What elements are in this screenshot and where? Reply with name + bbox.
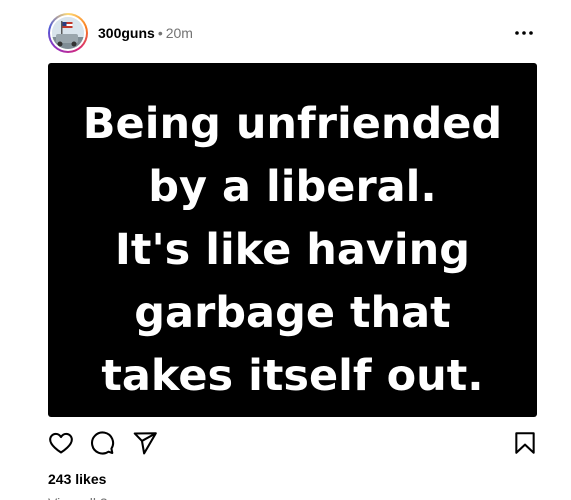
post-image[interactable]: Being unfriended by a liberal. It's like… — [48, 63, 537, 417]
post-header: 300guns • 20m — [48, 11, 538, 55]
likes-count[interactable]: 243 likes — [48, 470, 106, 488]
avatar[interactable] — [48, 13, 88, 53]
username-link[interactable]: 300guns — [98, 25, 155, 41]
post-actions — [48, 430, 538, 458]
image-quote: Being unfriended by a liberal. It's like… — [48, 93, 537, 408]
more-options-icon[interactable] — [512, 23, 536, 43]
quote-line: Being unfriended — [82, 99, 503, 149]
comment-icon[interactable] — [89, 430, 115, 456]
post-time[interactable]: 20m — [166, 25, 193, 41]
quote-line: It's like having — [114, 225, 471, 275]
view-comments-link[interactable]: View all 2 — [48, 494, 118, 500]
avatar-image — [52, 17, 84, 49]
post-meta: 300guns • 20m — [98, 24, 193, 42]
share-icon[interactable] — [132, 430, 158, 456]
separator-dot: • — [157, 25, 163, 41]
quote-line: by a liberal. — [148, 162, 437, 212]
heart-icon[interactable] — [48, 430, 74, 456]
bookmark-icon[interactable] — [512, 430, 538, 456]
quote-line: garbage that — [134, 288, 451, 338]
quote-line: takes itself out. — [101, 351, 484, 401]
